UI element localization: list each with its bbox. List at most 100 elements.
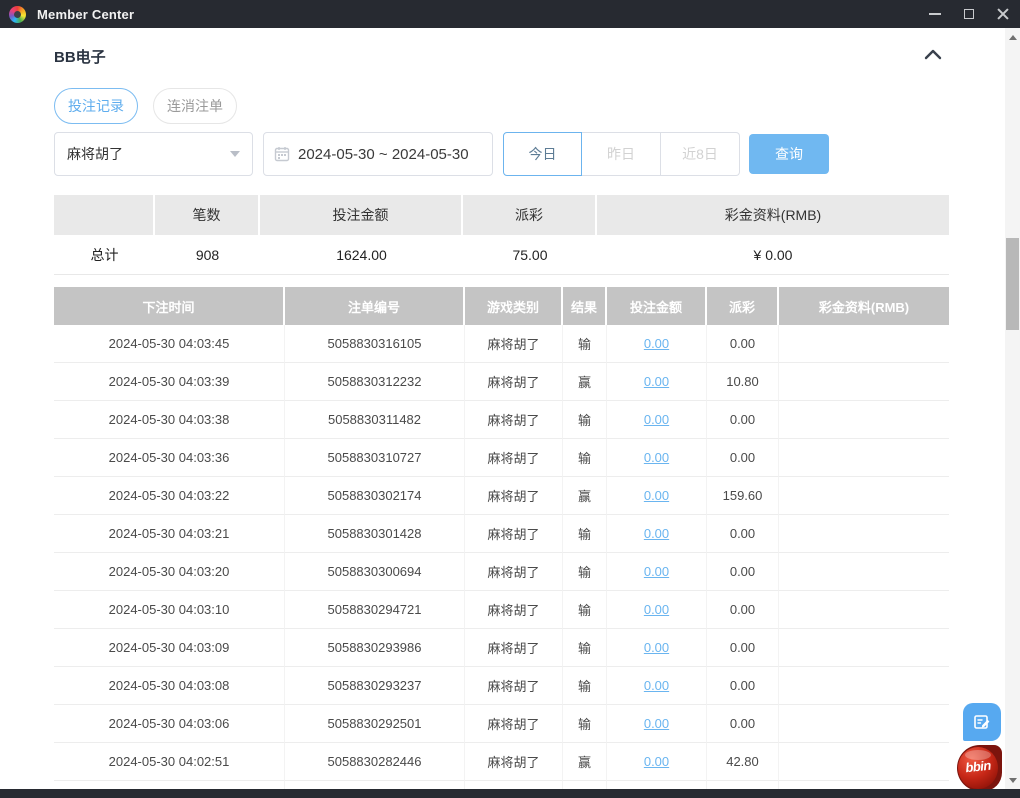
col-header-bonus: 彩金资料(RMB): [779, 287, 949, 325]
minimize-button[interactable]: [918, 0, 952, 28]
cell-order-number: 5058830294721: [285, 591, 465, 629]
cell-payout: 159.60: [707, 477, 779, 515]
cell-order-number: 5058830300694: [285, 553, 465, 591]
minimize-icon: [929, 13, 941, 15]
cell-game-type: 麻将胡了: [465, 439, 563, 477]
cell-result: 输: [563, 515, 607, 553]
bbin-logo-button[interactable]: bbin: [956, 744, 1004, 792]
bet-amount-link[interactable]: 0.00: [644, 640, 669, 655]
today-button[interactable]: 今日: [503, 132, 582, 176]
cell-order-number: 5058830293986: [285, 629, 465, 667]
tab-bet-records[interactable]: 投注记录: [54, 88, 138, 124]
bet-amount-link[interactable]: 0.00: [644, 336, 669, 351]
bet-amount-link[interactable]: 0.00: [644, 526, 669, 541]
cell-time: 2024-05-30 04:03:06: [54, 705, 285, 743]
tab-cancelled-orders-label: 连消注单: [167, 98, 223, 114]
table-row: 2024-05-30 04:03:36 5058830310727 麻将胡了 输…: [54, 439, 949, 477]
cell-time: 2024-05-30 04:03:36: [54, 439, 285, 477]
cell-bet-amount: 0.00: [607, 363, 707, 401]
yesterday-button[interactable]: 昨日: [582, 132, 661, 176]
bet-amount-link[interactable]: 0.00: [644, 374, 669, 389]
tab-cancelled-orders[interactable]: 连消注单: [153, 88, 237, 124]
last-8-days-button[interactable]: 近8日: [661, 132, 740, 176]
table-row: 2024-05-30 04:03:38 5058830311482 麻将胡了 输…: [54, 401, 949, 439]
cell-result: 输: [563, 553, 607, 591]
date-range-value: 2024-05-30 ~ 2024-05-30: [298, 145, 469, 163]
summary-header-bonus: 彩金资料(RMB): [597, 195, 949, 235]
scrollbar-thumb[interactable]: [1006, 238, 1019, 330]
cell-time: 2024-05-30 04:03:20: [54, 553, 285, 591]
col-header-time: 下注时间: [54, 287, 285, 325]
cell-time: 2024-05-30 04:03:21: [54, 515, 285, 553]
cell-game-type: 麻将胡了: [465, 477, 563, 515]
search-button[interactable]: 查询: [749, 134, 829, 174]
cell-time: 2024-05-30 04:03:38: [54, 401, 285, 439]
bet-amount-link[interactable]: 0.00: [644, 754, 669, 769]
col-header-result: 结果: [563, 287, 607, 325]
summary-total-count: 908: [155, 235, 260, 275]
cell-game-type: 麻将胡了: [465, 667, 563, 705]
cell-payout: 42.80: [707, 743, 779, 781]
cell-time: 2024-05-30 04:03:09: [54, 629, 285, 667]
close-button[interactable]: [986, 0, 1020, 28]
cell-game-type: 麻将胡了: [465, 515, 563, 553]
summary-total-label: 总计: [54, 235, 155, 275]
feedback-button[interactable]: [963, 703, 1001, 741]
table-row: 2024-05-30 04:03:39 5058830312232 麻将胡了 赢…: [54, 363, 949, 401]
titlebar: Member Center: [0, 0, 1020, 28]
cell-bet-amount: 0.00: [607, 705, 707, 743]
cell-order-number: 5058830302174: [285, 477, 465, 515]
cell-game-type: 麻将胡了: [465, 629, 563, 667]
table-row: 2024-05-30 04:03:09 5058830293986 麻将胡了 输…: [54, 629, 949, 667]
bet-amount-link[interactable]: 0.00: [644, 678, 669, 693]
col-header-game: 游戏类别: [465, 287, 563, 325]
bet-amount-link[interactable]: 0.00: [644, 450, 669, 465]
calendar-icon: [274, 147, 290, 162]
table-row: 2024-05-30 04:03:21 5058830301428 麻将胡了 输…: [54, 515, 949, 553]
summary-total-bonus: ¥ 0.00: [597, 235, 949, 275]
cell-bonus: [779, 743, 949, 781]
cell-result: 输: [563, 591, 607, 629]
cell-order-number: 5058830312232: [285, 363, 465, 401]
cell-result: 赢: [563, 743, 607, 781]
window-title: Member Center: [37, 6, 135, 22]
cell-bet-amount: 0.00: [607, 553, 707, 591]
cell-game-type: 麻将胡了: [465, 363, 563, 401]
cell-game-type: 麻将胡了: [465, 591, 563, 629]
game-select[interactable]: 麻将胡了: [54, 132, 253, 176]
summary-total-payout: 75.00: [463, 235, 597, 275]
bet-amount-link[interactable]: 0.00: [644, 488, 669, 503]
date-range-input[interactable]: 2024-05-30 ~ 2024-05-30: [263, 132, 493, 176]
scroll-up-icon: [1008, 34, 1017, 40]
cell-game-type: 麻将胡了: [465, 325, 563, 363]
bet-amount-link[interactable]: 0.00: [644, 564, 669, 579]
col-header-bet: 投注金额: [607, 287, 707, 325]
cell-result: 赢: [563, 477, 607, 515]
cell-order-number: 5058830311482: [285, 401, 465, 439]
cell-order-number: 5058830293237: [285, 667, 465, 705]
summary-header-row: 笔数 投注金额 派彩 彩金资料(RMB): [54, 195, 949, 235]
maximize-button[interactable]: [952, 0, 986, 28]
bet-amount-link[interactable]: 0.00: [644, 412, 669, 427]
table-row: 2024-05-30 04:03:22 5058830302174 麻将胡了 赢…: [54, 477, 949, 515]
scroll-down-button[interactable]: [1007, 774, 1018, 786]
vertical-scrollbar[interactable]: [1005, 28, 1020, 789]
cell-payout: 0.00: [707, 553, 779, 591]
window-controls: [918, 0, 1020, 28]
bet-amount-link[interactable]: 0.00: [644, 716, 669, 731]
summary-total-row: 总计 908 1624.00 75.00 ¥ 0.00: [54, 235, 949, 275]
cell-bet-amount: 0.00: [607, 629, 707, 667]
summary-header-payout: 派彩: [463, 195, 597, 235]
table-header-row: 下注时间 注单编号 游戏类别 结果 投注金额 派彩 彩金资料(RMB): [54, 287, 949, 325]
cell-game-type: 麻将胡了: [465, 401, 563, 439]
cell-result: 输: [563, 629, 607, 667]
table-row: 2024-05-30 04:03:08 5058830293237 麻将胡了 输…: [54, 667, 949, 705]
collapse-section-button[interactable]: [922, 46, 944, 64]
bet-amount-link[interactable]: 0.00: [644, 602, 669, 617]
scroll-up-button[interactable]: [1007, 31, 1018, 43]
edit-note-icon: [974, 715, 990, 729]
cell-bonus: [779, 591, 949, 629]
cell-bonus: [779, 515, 949, 553]
cell-payout: 0.00: [707, 439, 779, 477]
cell-payout: 0.00: [707, 515, 779, 553]
